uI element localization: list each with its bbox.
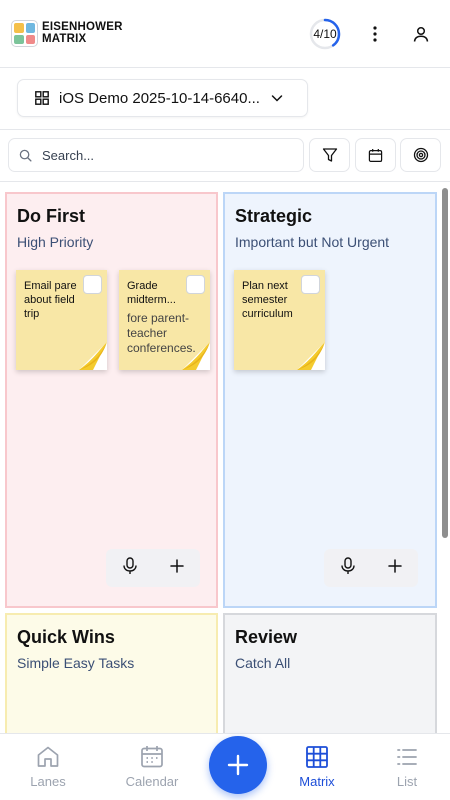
quadrant-quick-wins[interactable]: Quick Wins Simple Easy Tasks [5,613,218,753]
add-task-fab[interactable] [209,736,267,794]
add-task-button[interactable] [388,558,402,578]
profile-button[interactable] [409,22,433,46]
nav-item-matrix[interactable]: Matrix [277,734,357,800]
page-curl-icon [182,342,210,370]
quadrant-actions [106,549,200,587]
voice-add-button[interactable] [122,556,138,580]
matrix-icon [306,746,328,768]
quadrant-subtitle: Simple Easy Tasks [17,655,135,671]
task-note-text: Grade midterm... [127,280,176,306]
quadrant-title: Do First [17,206,86,226]
app-logo-icon [11,20,38,47]
calendar-icon [141,746,163,768]
app-logo-text: EISENHOWER MATRIX [42,21,123,45]
plus-icon [388,558,402,573]
grid-icon [35,91,49,105]
search-toolbar: Search... [0,130,450,182]
workspace-label: iOS Demo 2025-10-14-6640... [59,89,260,107]
list-icon [397,749,417,765]
search-placeholder: Search... [42,147,95,163]
search-icon [19,149,32,162]
plus-icon [227,754,249,776]
app-header: EISENHOWER MATRIX 4/10 [0,0,450,68]
page-curl-icon [297,342,325,370]
workspace-row: iOS Demo 2025-10-14-6640... [0,68,450,130]
quadrant-subtitle: Important but Not Urgent [235,234,390,250]
quadrant-subtitle: Catch All [235,655,291,671]
user-icon [413,26,429,42]
quadrant-title: Strategic [235,206,313,226]
nav-label: List [396,774,418,789]
filter-button[interactable] [309,138,350,172]
quadrant-do-first[interactable]: Do First High Priority Email pare about … [5,192,218,608]
calendar-icon [368,148,383,162]
quadrant-review[interactable]: Review Catch All [223,613,437,753]
logo-line-1: EISENHOWER [42,21,123,33]
microphone-icon [341,556,355,574]
progress-indicator[interactable]: 4/10 [309,18,341,50]
quadrant-strategic[interactable]: Strategic Important but Not Urgent Plan … [223,192,437,608]
voice-add-button[interactable] [340,556,356,580]
nav-item-list[interactable]: List [367,734,447,800]
scrollbar[interactable] [442,188,448,538]
more-vertical-icon [373,26,377,42]
task-note[interactable]: Email pare about field trip [16,270,107,370]
search-input[interactable]: Search... [8,138,304,172]
task-note-text: Plan next semester curriculum [242,280,293,320]
task-note[interactable]: Plan next semester curriculum [234,270,325,370]
page-curl-icon [79,342,107,370]
add-task-button[interactable] [170,558,184,578]
target-icon [413,147,428,163]
filter-icon [322,148,337,162]
task-note-text: Email pare about field trip [24,280,77,320]
chevron-down-icon [271,95,283,102]
more-options-button[interactable] [363,22,387,46]
logo-line-2: MATRIX [42,33,87,45]
task-note[interactable]: Grade midterm... fore parent-teacher con… [119,270,210,370]
quadrant-title: Quick Wins [17,627,115,647]
task-checkbox[interactable] [83,275,102,294]
focus-button[interactable] [400,138,441,172]
calendar-filter-button[interactable] [355,138,396,172]
nav-label: Calendar [125,774,179,789]
quadrant-actions [324,549,418,587]
quadrant-subtitle: High Priority [17,234,94,250]
task-checkbox[interactable] [301,275,320,294]
nav-label: Lanes [30,774,66,789]
nav-label: Matrix [299,774,335,789]
quadrant-title: Review [235,627,298,647]
progress-text: 4/10 [313,27,337,41]
workspace-select[interactable]: iOS Demo 2025-10-14-6640... [17,79,308,117]
task-checkbox[interactable] [186,275,205,294]
nav-item-lanes[interactable]: Lanes [8,734,88,800]
microphone-icon [123,556,137,574]
nav-item-calendar[interactable]: Calendar [112,734,192,800]
home-icon [37,746,59,767]
plus-icon [170,558,184,573]
